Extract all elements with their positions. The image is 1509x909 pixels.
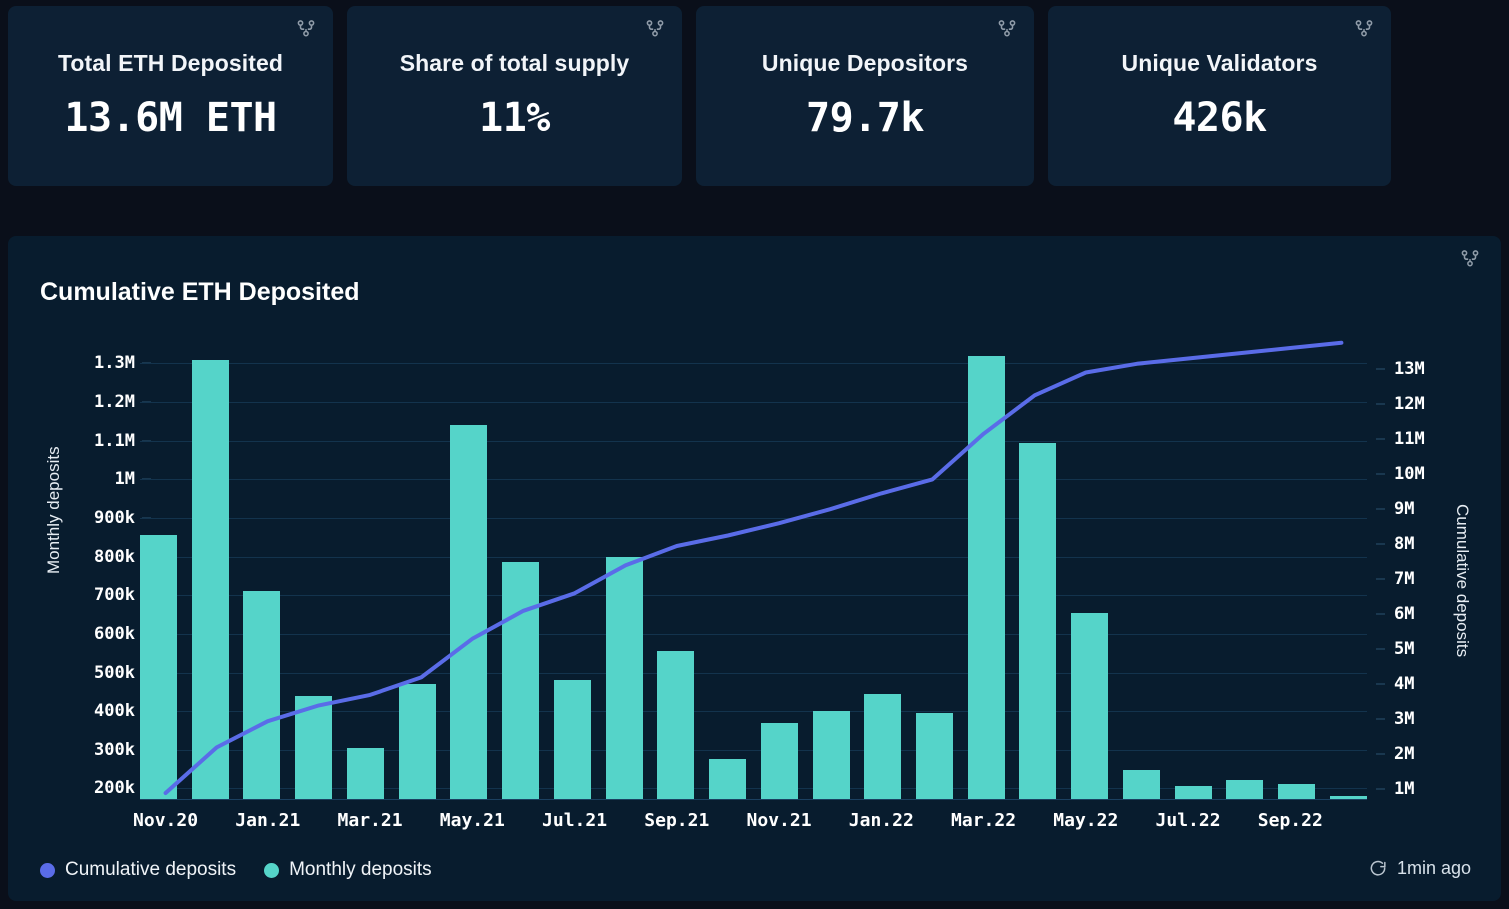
bar[interactable] — [1278, 784, 1315, 800]
kpi-card-unique-validators[interactable]: Unique Validators 426k — [1048, 6, 1391, 186]
y-axis-left-tick: 600k — [94, 624, 135, 644]
y-axis-tick-mark — [1376, 649, 1385, 650]
fork-graph-icon[interactable] — [1459, 248, 1481, 270]
y-axis-tick-mark — [1376, 544, 1385, 545]
bar[interactable] — [295, 696, 332, 800]
y-axis-tick-mark — [1376, 369, 1385, 370]
bar[interactable] — [709, 759, 746, 800]
y-axis-tick-mark — [1376, 439, 1385, 440]
bar[interactable] — [347, 748, 384, 800]
y-axis-left-labels: 1.3M 1.2M 1.1M 1M 900k 800k 700k 600k 500k 400k 30… — [63, 348, 135, 800]
y-axis-tick-mark — [1376, 719, 1385, 720]
y-axis-left-tick: 1.1M — [94, 431, 135, 451]
x-axis-tick: Jul.22 — [1156, 810, 1221, 831]
bar[interactable] — [606, 557, 643, 800]
legend-label: Cumulative deposits — [65, 859, 236, 881]
cumulative-eth-deposited-panel: Cumulative ETH Deposited Monthly deposit… — [8, 236, 1501, 901]
bar[interactable] — [813, 711, 850, 800]
kpi-value: 11% — [347, 95, 682, 141]
legend-color-swatch — [264, 863, 279, 878]
bar[interactable] — [916, 713, 953, 800]
y-axis-left-tick: 500k — [94, 663, 135, 683]
legend-label: Monthly deposits — [289, 859, 432, 881]
x-axis-labels: Nov.20Jan.21Mar.21May.21Jul.21Sep.21Nov.… — [140, 810, 1367, 838]
y-axis-left-tick: 1M — [115, 469, 135, 489]
kpi-value: 79.7k — [696, 95, 1034, 141]
x-axis-tick: Sep.22 — [1258, 810, 1323, 831]
y-axis-left-tick: 200k — [94, 778, 135, 798]
bar[interactable] — [502, 562, 539, 800]
y-axis-tick-mark — [1376, 614, 1385, 615]
x-axis-tick: Nov.20 — [133, 810, 198, 831]
chart-legend: Cumulative deposits Monthly deposits — [40, 859, 432, 881]
kpi-card-unique-depositors[interactable]: Unique Depositors 79.7k — [696, 6, 1034, 186]
kpi-row: Total ETH Deposited 13.6M ETH Share of t… — [0, 0, 1509, 186]
x-axis-tick: Jul.21 — [542, 810, 607, 831]
bar[interactable] — [192, 360, 229, 800]
legend-item-cumulative-deposits[interactable]: Cumulative deposits — [40, 859, 236, 881]
page-title: Cumulative ETH Deposited — [40, 278, 360, 307]
legend-item-monthly-deposits[interactable]: Monthly deposits — [264, 859, 432, 881]
kpi-value: 426k — [1048, 95, 1391, 141]
y-axis-tick-mark — [1376, 684, 1385, 685]
bar[interactable] — [657, 651, 694, 800]
fork-graph-icon[interactable] — [1353, 18, 1375, 40]
y-axis-tick-mark — [1376, 789, 1385, 790]
fork-graph-icon[interactable] — [996, 18, 1018, 40]
x-axis-tick: Mar.22 — [951, 810, 1016, 831]
fork-graph-icon[interactable] — [295, 18, 317, 40]
y-axis-left-tick: 300k — [94, 740, 135, 760]
kpi-title: Share of total supply — [347, 50, 682, 77]
last-updated-indicator[interactable]: 1min ago — [1368, 858, 1471, 879]
y-axis-tick-mark — [1376, 404, 1385, 405]
x-axis-tick: Nov.21 — [747, 810, 812, 831]
y-axis-left-tick: 400k — [94, 701, 135, 721]
bar[interactable] — [864, 694, 901, 800]
y-axis-tick-mark — [1376, 474, 1385, 475]
bar[interactable] — [1071, 613, 1108, 800]
bar[interactable] — [243, 591, 280, 800]
kpi-value: 13.6M ETH — [8, 95, 333, 141]
kpi-title: Unique Validators — [1048, 50, 1391, 77]
legend-color-swatch — [40, 863, 55, 878]
kpi-card-total-eth-deposited[interactable]: Total ETH Deposited 13.6M ETH — [8, 6, 333, 186]
kpi-title: Total ETH Deposited — [8, 50, 333, 77]
bar[interactable] — [450, 425, 487, 800]
y-axis-tick-mark — [1376, 579, 1385, 580]
bar[interactable] — [1175, 786, 1212, 800]
kpi-title: Unique Depositors — [696, 50, 1034, 77]
clock-refresh-icon — [1368, 859, 1388, 879]
y-axis-left-tick: 1.3M — [94, 353, 135, 373]
x-axis-tick: May.21 — [440, 810, 505, 831]
bar[interactable] — [140, 535, 177, 800]
fork-graph-icon[interactable] — [644, 18, 666, 40]
bar[interactable] — [761, 723, 798, 800]
y-axis-left-tick: 700k — [94, 585, 135, 605]
x-axis-baseline — [140, 799, 1367, 800]
last-updated-label: 1min ago — [1397, 858, 1471, 879]
bar[interactable] — [1123, 770, 1160, 800]
y-axis-left-title: Monthly deposits — [44, 446, 64, 574]
bar[interactable] — [554, 680, 591, 800]
y-axis-left-tick: 800k — [94, 547, 135, 567]
bar[interactable] — [968, 356, 1005, 800]
y-axis-right-labels: 13M12M11M10M9M8M7M6M5M4M3M2M1M — [1376, 348, 1456, 800]
bar-series — [140, 348, 1367, 800]
bar[interactable] — [1226, 780, 1263, 800]
y-axis-tick-mark — [1376, 509, 1385, 510]
x-axis-tick: Sep.21 — [644, 810, 709, 831]
kpi-card-share-of-total-supply[interactable]: Share of total supply 11% — [347, 6, 682, 186]
bar[interactable] — [399, 684, 436, 800]
y-axis-left-tick: 900k — [94, 508, 135, 528]
chart-plot-area — [140, 348, 1367, 800]
x-axis-tick: Jan.22 — [849, 810, 914, 831]
bar[interactable] — [1019, 443, 1056, 800]
x-axis-tick: Jan.21 — [235, 810, 300, 831]
x-axis-tick: May.22 — [1053, 810, 1118, 831]
y-axis-tick-mark — [1376, 754, 1385, 755]
y-axis-left-tick: 1.2M — [94, 392, 135, 412]
x-axis-tick: Mar.21 — [338, 810, 403, 831]
